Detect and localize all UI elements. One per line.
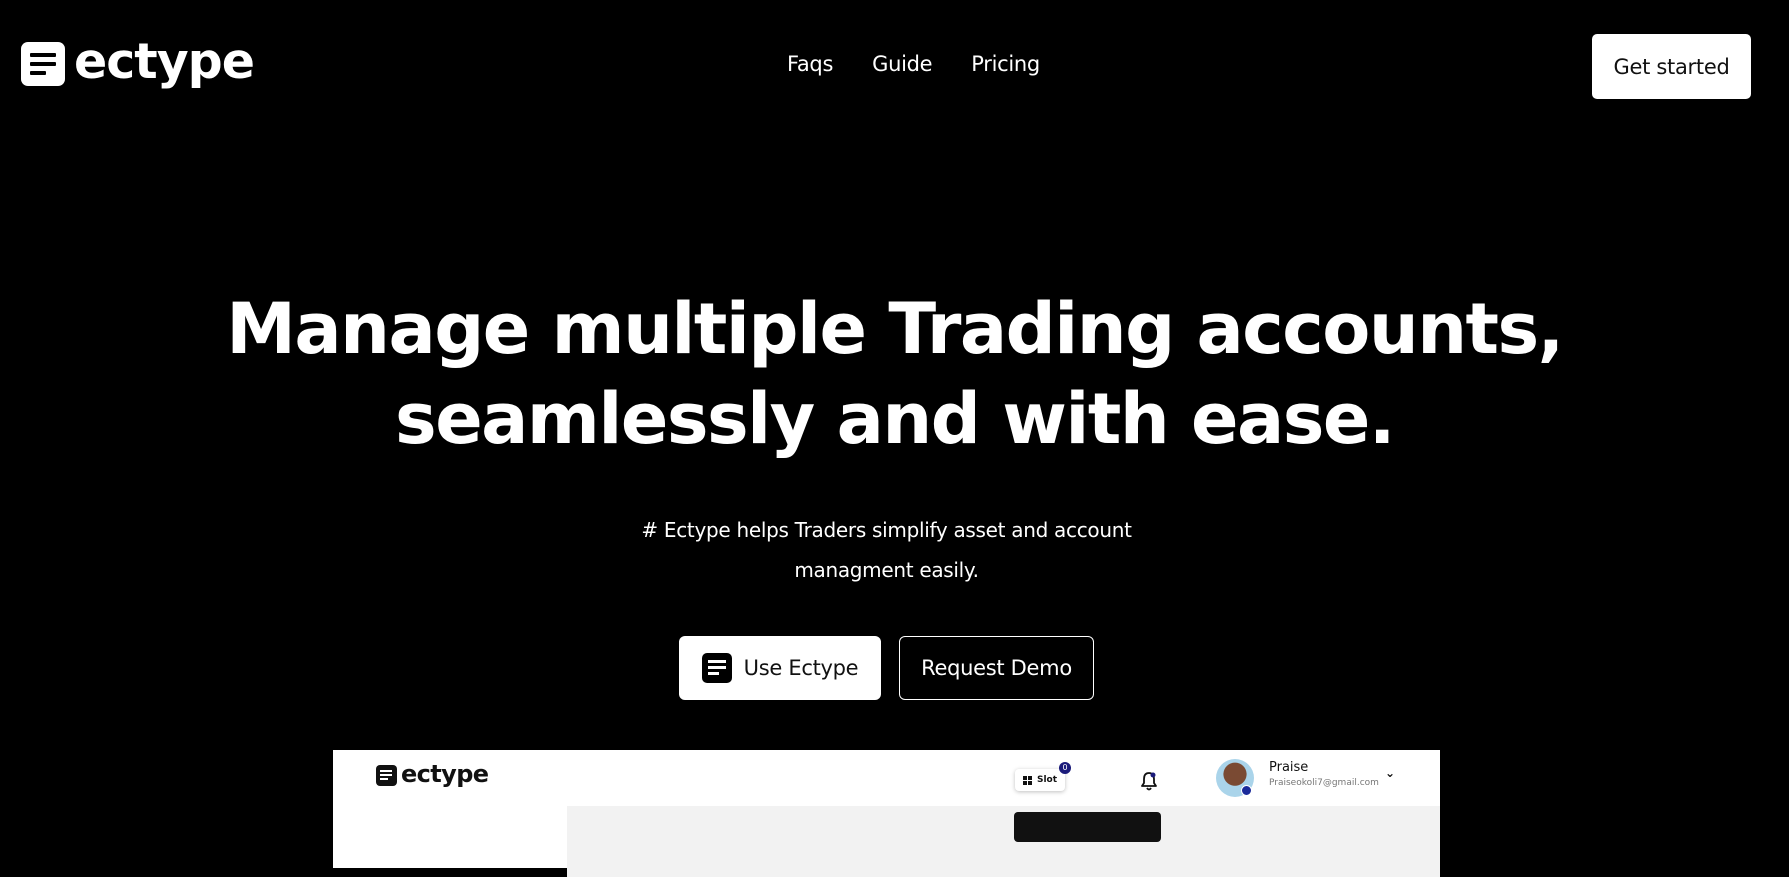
brand-name: ectype <box>74 32 255 90</box>
slot-count-badge: 0 <box>1059 762 1071 774</box>
preview-brand: ectype <box>376 760 489 788</box>
ectype-logo-icon <box>376 765 397 786</box>
preview-sidebar-edge <box>333 868 567 877</box>
hero-title: Manage multiple Trading accounts, seamle… <box>0 284 1789 464</box>
chevron-down-icon[interactable]: ⌄ <box>1385 766 1395 780</box>
slot-grid-icon <box>1022 775 1032 785</box>
preview-main-content <box>567 806 1440 877</box>
nav-links: Faqs Guide Pricing <box>787 52 1079 76</box>
user-name: Praise <box>1269 760 1309 775</box>
hero-subtitle: # Ectype helps Traders simplify asset an… <box>641 518 1132 582</box>
hero-title-line-2: seamlessly and with ease. <box>395 378 1395 460</box>
app-preview: ectype Slot 0 Praise Praiseokoli7@gmail.… <box>333 750 1440 877</box>
user-avatar[interactable] <box>1216 759 1254 797</box>
preview-dark-button[interactable] <box>1014 812 1161 842</box>
bell-icon[interactable] <box>1139 770 1159 792</box>
slot-button[interactable]: Slot 0 <box>1015 762 1071 791</box>
top-nav: ectype Faqs Guide Pricing Get started <box>0 0 1789 140</box>
online-status-dot <box>1241 785 1252 796</box>
request-demo-button[interactable]: Request Demo <box>899 636 1094 700</box>
ectype-logo-icon <box>701 653 732 683</box>
ectype-logo-icon <box>21 42 65 86</box>
preview-brand-name: ectype <box>401 760 489 788</box>
hero-title-line-1: Manage multiple Trading accounts, <box>226 288 1564 370</box>
nav-link-pricing[interactable]: Pricing <box>971 52 1040 76</box>
use-ectype-label: Use Ectype <box>743 656 859 680</box>
use-ectype-button[interactable]: Use Ectype <box>679 636 881 700</box>
get-started-button[interactable]: Get started <box>1592 34 1751 99</box>
user-email: Praiseokoli7@gmail.com <box>1269 778 1379 788</box>
slot-label: Slot <box>1036 775 1058 785</box>
brand-logo[interactable]: ectype <box>21 32 255 90</box>
hero-cta-group: Use Ectype Request Demo <box>679 636 1094 700</box>
nav-link-guide[interactable]: Guide <box>872 52 932 76</box>
nav-link-faqs[interactable]: Faqs <box>787 52 833 76</box>
